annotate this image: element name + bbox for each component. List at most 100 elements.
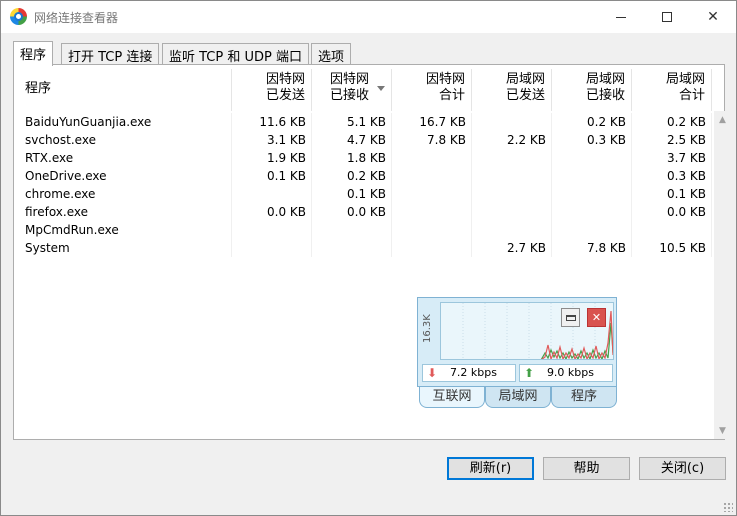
monitor-tab-lan[interactable]: 局域网 (485, 387, 551, 408)
header-inet-sent-line1: 因特网 (265, 72, 305, 87)
cell-lan-recv: 0.3 KB (552, 131, 632, 149)
cell-lan-recv (552, 185, 632, 203)
help-button[interactable]: 帮助 (543, 457, 630, 480)
scroll-up-icon[interactable]: ▲ (714, 111, 731, 128)
tab-programs[interactable]: 程序 (13, 41, 54, 66)
cell-program: RTX.exe (22, 149, 232, 167)
maximize-icon (662, 12, 672, 22)
cell-program: BaiduYunGuanjia.exe (22, 113, 232, 131)
close-icon: ✕ (707, 9, 719, 25)
tab-options[interactable]: 选项 (311, 43, 352, 65)
header-lan-recv[interactable]: 局域网 已接收 (552, 69, 632, 111)
close-button[interactable]: 关闭(c) (639, 457, 726, 480)
header-inet-total-line1: 因特网 (425, 72, 465, 87)
cell-inet-recv: 5.1 KB (312, 113, 392, 131)
monitor-tab-internet[interactable]: 互联网 (419, 387, 485, 408)
cell-lan-sent (472, 113, 552, 131)
cell-inet-sent: 0.0 KB (232, 203, 312, 221)
close-window-button[interactable]: ✕ (690, 1, 736, 33)
cell-program: OneDrive.exe (22, 167, 232, 185)
upload-rate: ⬆ 9.0 kbps (519, 364, 613, 382)
refresh-button[interactable]: 刷新(r) (447, 457, 534, 480)
download-rate-value: 7.2 kbps (449, 366, 497, 379)
minimize-button[interactable] (598, 1, 644, 33)
cell-lan-sent: 2.7 KB (472, 239, 552, 257)
list-header: 程序 因特网 已发送 因特网 已接收 因特网 合计 局域网 已发送 局域网 已接… (22, 69, 712, 111)
tab-listening-ports[interactable]: 监听 TCP 和 UDP 端口 (162, 43, 309, 65)
table-row[interactable]: OneDrive.exe 0.1 KB 0.2 KB 0.3 KB (22, 167, 712, 185)
table-row[interactable]: System 2.7 KB 7.8 KB 10.5 KB (22, 239, 712, 257)
close-icon: ✕ (591, 311, 602, 324)
header-lan-sent-line1: 局域网 (505, 72, 545, 87)
arrow-up-icon: ⬆ (524, 366, 535, 380)
cell-inet-sent: 0.1 KB (232, 167, 312, 185)
cell-lan-total: 3.7 KB (632, 149, 712, 167)
cell-inet-total (392, 203, 472, 221)
cell-lan-sent (472, 221, 552, 239)
traffic-monitor-widget[interactable]: 16.3K ✕ ⬇ 7.2 kbps ⬆ 9.0 kbps (417, 297, 617, 387)
cell-inet-recv (312, 221, 392, 239)
cell-lan-sent (472, 203, 552, 221)
vertical-scrollbar[interactable]: ▲ ▼ (714, 111, 731, 439)
table-row[interactable]: firefox.exe 0.0 KB 0.0 KB 0.0 KB (22, 203, 712, 221)
arrow-down-icon: ⬇ (427, 366, 438, 380)
header-lan-sent[interactable]: 局域网 已发送 (472, 69, 552, 111)
header-inet-total[interactable]: 因特网 合计 (392, 69, 472, 111)
table-row[interactable]: svchost.exe 3.1 KB 4.7 KB 7.8 KB 2.2 KB … (22, 131, 712, 149)
cell-lan-total: 0.3 KB (632, 167, 712, 185)
cell-inet-total: 16.7 KB (392, 113, 472, 131)
header-inet-recv-line1: 因特网 (329, 72, 369, 87)
cell-lan-sent: 2.2 KB (472, 131, 552, 149)
table-row[interactable]: chrome.exe 0.1 KB 0.1 KB (22, 185, 712, 203)
cell-lan-sent (472, 167, 552, 185)
cell-inet-sent: 11.6 KB (232, 113, 312, 131)
cell-program: MpCmdRun.exe (22, 221, 232, 239)
header-lan-total-line2: 合计 (678, 88, 705, 103)
resize-grip-icon[interactable] (723, 502, 733, 512)
cell-lan-recv: 7.8 KB (552, 239, 632, 257)
upload-rate-value: 9.0 kbps (546, 366, 594, 379)
cell-lan-total: 0.0 KB (632, 203, 712, 221)
close-widget-button[interactable]: ✕ (587, 308, 606, 327)
cell-inet-recv: 0.2 KB (312, 167, 392, 185)
header-program[interactable]: 程序 (22, 69, 232, 111)
cell-inet-recv: 0.1 KB (312, 185, 392, 203)
header-inet-sent-line2: 已发送 (265, 88, 305, 103)
header-inet-recv[interactable]: 因特网 已接收 (312, 69, 392, 111)
cell-inet-total (392, 239, 472, 257)
cell-program: chrome.exe (22, 185, 232, 203)
scroll-down-icon[interactable]: ▼ (714, 422, 731, 439)
cell-lan-total: 0.2 KB (632, 113, 712, 131)
header-lan-recv-line2: 已接收 (585, 88, 625, 103)
header-inet-total-line2: 合计 (438, 88, 465, 103)
cell-inet-recv (312, 239, 392, 257)
cell-inet-sent: 3.1 KB (232, 131, 312, 149)
cell-lan-total: 2.5 KB (632, 131, 712, 149)
tab-open-tcp[interactable]: 打开 TCP 连接 (61, 43, 160, 65)
cell-lan-sent (472, 185, 552, 203)
window-title: 网络连接查看器 (34, 11, 119, 25)
cell-inet-total: 7.8 KB (392, 131, 472, 149)
table-row[interactable]: MpCmdRun.exe (22, 221, 712, 239)
cell-lan-recv (552, 167, 632, 185)
restore-window-button[interactable] (561, 308, 580, 327)
cell-inet-total (392, 167, 472, 185)
table-row[interactable]: BaiduYunGuanjia.exe 11.6 KB 5.1 KB 16.7 … (22, 113, 712, 131)
title-bar[interactable]: 网络连接查看器 ✕ (1, 1, 736, 33)
minimize-icon (616, 16, 626, 18)
header-inet-recv-line2: 已接收 (329, 88, 369, 103)
header-lan-recv-line1: 局域网 (585, 72, 625, 87)
header-lan-total[interactable]: 局域网 合计 (632, 69, 712, 111)
header-lan-total-line1: 局域网 (665, 72, 705, 87)
cell-lan-sent (472, 149, 552, 167)
maximize-button[interactable] (644, 1, 690, 33)
table-row[interactable]: RTX.exe 1.9 KB 1.8 KB 3.7 KB (22, 149, 712, 167)
header-inet-sent[interactable]: 因特网 已发送 (232, 69, 312, 111)
network-app-icon (10, 8, 27, 25)
cell-lan-recv (552, 149, 632, 167)
cell-inet-total (392, 185, 472, 203)
cell-inet-sent (232, 185, 312, 203)
cell-lan-recv (552, 221, 632, 239)
cell-inet-recv: 4.7 KB (312, 131, 392, 149)
monitor-tab-programs[interactable]: 程序 (551, 387, 617, 408)
